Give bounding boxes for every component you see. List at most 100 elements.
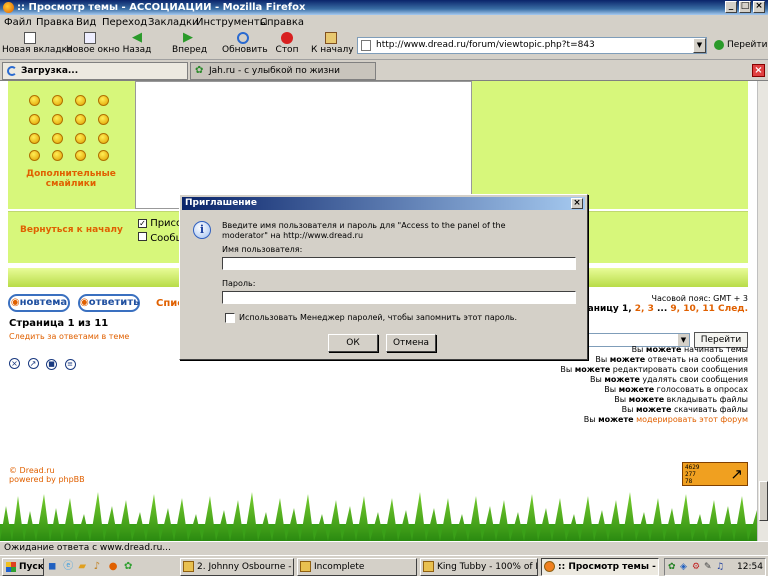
folder-icon[interactable]: ▰ xyxy=(78,559,90,575)
status-text: Ожидание ответа с www.dread.ru... xyxy=(4,543,171,553)
stop-button[interactable]: Стоп xyxy=(275,32,299,59)
maximize-button[interactable]: □ xyxy=(739,1,751,13)
smile-icon[interactable] xyxy=(98,95,109,106)
menu-file[interactable]: Файл xyxy=(4,15,32,30)
split-topic-icon[interactable]: ≡ xyxy=(64,359,76,370)
menu-tools[interactable]: Инструменты xyxy=(196,15,268,30)
smile-icon[interactable] xyxy=(75,95,86,106)
footer-copyright[interactable]: © Dread.ru xyxy=(9,466,55,475)
taskbar-item[interactable]: 2. Johnny Osbourne - Ja... xyxy=(180,558,294,576)
smile-icon[interactable] xyxy=(75,133,86,144)
smile-icon[interactable] xyxy=(29,114,40,125)
move-topic-icon[interactable]: ↗ xyxy=(27,358,39,369)
tab-jah[interactable]: ✿ Jah.ru - с улыбкой по жизни xyxy=(190,62,376,80)
tray-icon[interactable]: ◈ xyxy=(680,559,687,575)
new-tab-button[interactable]: Новая вкладка xyxy=(2,32,73,59)
vertical-scrollbar[interactable] xyxy=(757,81,768,541)
counter-arrow-icon: ↗ xyxy=(730,465,743,483)
smile-icon[interactable] xyxy=(52,133,63,144)
username-input[interactable] xyxy=(222,257,576,270)
permission-line: Вы можете удалять свои сообщения xyxy=(590,375,748,384)
home-button[interactable]: К началу xyxy=(311,32,354,59)
explorer-icon[interactable]: ◼ xyxy=(48,559,60,575)
page-10-link[interactable]: 10, xyxy=(683,304,699,314)
notify-checkbox[interactable] xyxy=(138,232,147,241)
smile-icon[interactable] xyxy=(75,150,86,161)
menu-help[interactable]: Справка xyxy=(260,15,304,30)
remember-password-checkbox[interactable] xyxy=(225,313,235,323)
reply-button[interactable]: ◉ответить xyxy=(78,294,140,312)
auth-dialog: Приглашение × i Введите имя пользователя… xyxy=(179,194,588,360)
smile-icon[interactable] xyxy=(29,95,40,106)
smile-icon[interactable] xyxy=(75,114,86,125)
back-to-top-link[interactable]: Вернуться к началу xyxy=(20,225,123,235)
smile-icon[interactable] xyxy=(98,150,109,161)
taskbar-item-active[interactable]: :: Просмотр темы - А... xyxy=(541,558,659,576)
menu-bookmarks[interactable]: Закладки xyxy=(148,15,199,30)
volume-icon[interactable]: ♫ xyxy=(716,559,724,575)
tray-icon[interactable]: ✿ xyxy=(668,559,676,575)
url-history-dropdown[interactable]: ▼ xyxy=(693,38,706,53)
reload-icon xyxy=(237,32,249,44)
smile-icon[interactable] xyxy=(98,114,109,125)
attach-signature-option[interactable]: ✓ Присо xyxy=(138,218,182,229)
app-icon[interactable]: ✿ xyxy=(124,559,136,575)
smile-icon[interactable] xyxy=(29,150,40,161)
new-window-button[interactable]: Новое окно xyxy=(66,32,120,59)
page-11-link[interactable]: 11 xyxy=(702,304,715,314)
cancel-button[interactable]: Отмена xyxy=(386,334,436,352)
taskbar-item[interactable]: King Tubby - 100% of D... xyxy=(420,558,538,576)
menu-edit[interactable]: Правка xyxy=(36,15,74,30)
page-9-link[interactable]: 9, xyxy=(670,304,680,314)
message-textarea[interactable] xyxy=(135,81,472,209)
firefox-quick-icon[interactable]: ● xyxy=(109,559,121,575)
window-titlebar: :: Просмотр темы - АССОЦИАЦИИ - Mozilla … xyxy=(0,0,768,15)
counter-badge[interactable]: 4629 277 78 ↗ xyxy=(682,462,748,486)
tray-icon[interactable]: ⚙ xyxy=(692,559,700,575)
smile-icon[interactable] xyxy=(52,150,63,161)
moderate-forum-link[interactable]: модерировать этот форум xyxy=(634,415,748,424)
system-tray: ✿ ◈ ⚙ ✎ ♫ 12:54 xyxy=(664,558,766,576)
media-icon[interactable]: ♪ xyxy=(94,559,106,575)
page-of-label: Страница 1 из 11 xyxy=(9,318,109,329)
smile-icon[interactable] xyxy=(29,133,40,144)
go-button[interactable]: Перейти xyxy=(712,37,768,53)
close-button[interactable]: × xyxy=(753,1,765,13)
page-2-link[interactable]: 2, xyxy=(635,304,645,314)
close-tab-icon[interactable]: × xyxy=(752,64,765,77)
delete-topic-icon[interactable]: × xyxy=(9,358,20,369)
password-input[interactable] xyxy=(222,291,576,304)
smile-icon[interactable] xyxy=(52,95,63,106)
lock-topic-icon[interactable]: ■ xyxy=(46,359,57,370)
notify-option[interactable]: Сообщ xyxy=(138,232,185,244)
quick-launch: ◼ ⓔ ▰ ♪ ● ✿ xyxy=(48,559,180,575)
go-arrow-icon xyxy=(714,40,724,50)
attach-signature-checkbox[interactable]: ✓ xyxy=(138,219,147,228)
more-smilies-link[interactable]: Дополнительные смайлики xyxy=(16,169,126,189)
firefox-icon xyxy=(3,2,14,13)
scrollbar-thumb[interactable] xyxy=(759,481,768,521)
menu-go[interactable]: Переход xyxy=(102,15,147,30)
dialog-close-button[interactable]: × xyxy=(571,198,583,209)
url-input[interactable]: http://www.dread.ru/forum/viewtopic.php?… xyxy=(357,37,707,54)
tab-loading[interactable]: Загрузка... xyxy=(2,62,188,80)
minimize-button[interactable]: _ xyxy=(725,1,737,13)
start-button[interactable]: Пуск xyxy=(2,558,44,576)
menu-view[interactable]: Вид xyxy=(76,15,96,30)
smile-icon[interactable] xyxy=(52,114,63,125)
footer-powered[interactable]: powered by phpBB xyxy=(9,475,85,484)
permission-line: Вы можете отвечать на сообщения xyxy=(595,355,748,364)
reload-button[interactable]: Обновить xyxy=(222,32,268,59)
ie-icon[interactable]: ⓔ xyxy=(63,559,75,575)
watch-topic-link[interactable]: Следить за ответами в теме xyxy=(9,332,129,341)
next-page-link[interactable]: След. xyxy=(718,304,748,314)
smile-icon[interactable] xyxy=(98,133,109,144)
forward-button[interactable]: ▶ Вперед xyxy=(172,31,207,59)
page-3-link[interactable]: 3 xyxy=(648,304,654,314)
info-icon: i xyxy=(193,221,211,239)
back-button[interactable]: ◀ Назад xyxy=(122,31,152,59)
new-topic-button[interactable]: ◉новтема xyxy=(8,294,70,312)
taskbar-item[interactable]: Incomplete xyxy=(297,558,417,576)
tray-icon[interactable]: ✎ xyxy=(704,559,712,575)
ok-button[interactable]: ОК xyxy=(328,334,378,352)
